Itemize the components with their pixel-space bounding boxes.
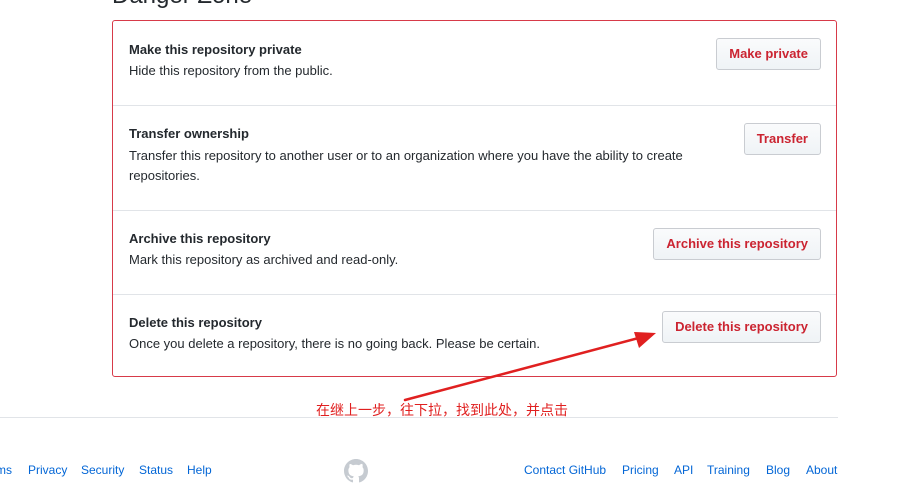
footer-link-terms[interactable]: ms bbox=[0, 462, 12, 478]
footer-link-status[interactable]: Status bbox=[139, 462, 173, 478]
row-title: Delete this repository bbox=[129, 315, 262, 330]
danger-row-transfer: Transfer ownership Transfer this reposit… bbox=[113, 105, 836, 210]
footer-link-contact-github[interactable]: Contact GitHub bbox=[524, 462, 606, 478]
row-description: Hide this repository from the public. bbox=[129, 63, 333, 78]
footer-link-about[interactable]: About bbox=[806, 462, 837, 478]
archive-repository-button[interactable]: Archive this repository bbox=[653, 228, 821, 260]
settings-page: Danger Zone Make this repository private… bbox=[0, 0, 912, 500]
footer-link-privacy[interactable]: Privacy bbox=[28, 462, 67, 478]
row-description: Mark this repository as archived and rea… bbox=[129, 252, 399, 267]
row-description: Once you delete a repository, there is n… bbox=[129, 336, 540, 351]
danger-zone-title: Danger Zone bbox=[112, 0, 252, 8]
footer-link-help[interactable]: Help bbox=[187, 462, 212, 478]
delete-repository-button[interactable]: Delete this repository bbox=[662, 311, 821, 343]
danger-zone-box: Make this repository private Hide this r… bbox=[112, 20, 837, 377]
footer-link-blog[interactable]: Blog bbox=[766, 462, 790, 478]
github-octocat-icon[interactable] bbox=[344, 459, 368, 483]
row-title: Archive this repository bbox=[129, 231, 271, 246]
footer-link-pricing[interactable]: Pricing bbox=[622, 462, 659, 478]
transfer-button[interactable]: Transfer bbox=[743, 123, 821, 155]
row-description: Transfer this repository to another user… bbox=[129, 148, 683, 183]
footer-link-security[interactable]: Security bbox=[81, 462, 124, 478]
footer-link-training[interactable]: Training bbox=[707, 462, 750, 478]
make-private-button[interactable]: Make private bbox=[716, 38, 821, 70]
danger-row-delete: Delete this repository Once you delete a… bbox=[113, 294, 836, 376]
row-title: Transfer ownership bbox=[129, 126, 249, 141]
danger-row-archive: Archive this repository Mark this reposi… bbox=[113, 210, 836, 294]
danger-row-make-private: Make this repository private Hide this r… bbox=[113, 21, 836, 105]
footer-link-api[interactable]: API bbox=[674, 462, 693, 478]
row-title: Make this repository private bbox=[129, 42, 302, 57]
footer-divider bbox=[0, 417, 838, 418]
